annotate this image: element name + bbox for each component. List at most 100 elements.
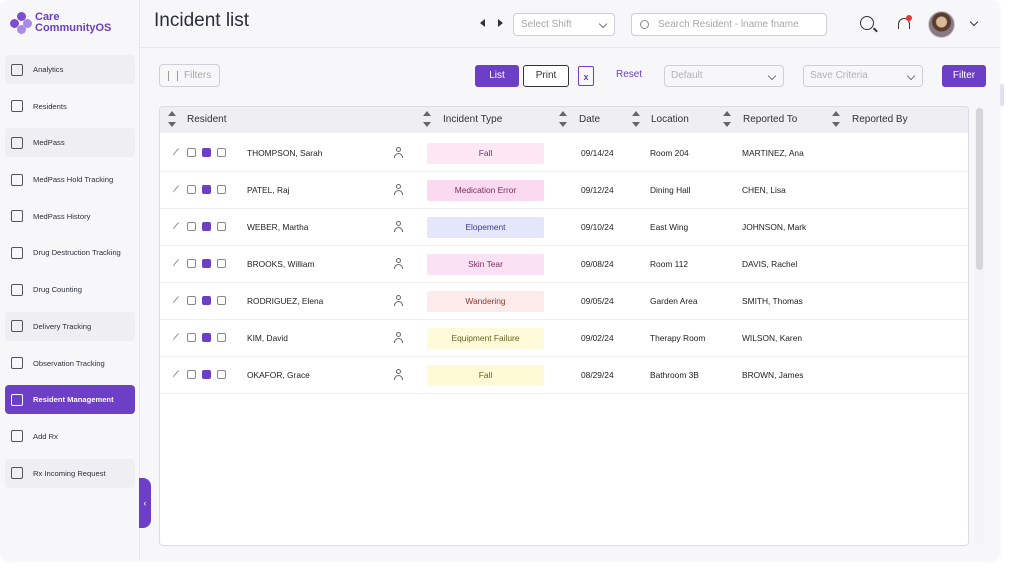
row-actions — [172, 147, 232, 158]
resident-search-input[interactable]: Search Resident - lname fname — [631, 13, 827, 36]
cell-reported-to: CHEN, Lisa — [742, 185, 786, 195]
page-scrollbar[interactable] — [1000, 84, 1004, 106]
default-criteria-select[interactable]: Default — [664, 65, 784, 87]
table-row[interactable]: KIM, David Equipment Failure 09/02/24 Thera… — [160, 320, 968, 357]
user-menu-chevron-icon[interactable] — [969, 17, 979, 27]
edit-icon[interactable] — [172, 332, 182, 343]
resident-profile-icon[interactable] — [394, 332, 403, 343]
shift-select-placeholder: Select Shift — [521, 19, 572, 30]
rx-request-icon — [11, 467, 23, 480]
folder-plus-icon[interactable] — [187, 333, 196, 342]
comment-icon[interactable] — [217, 185, 226, 194]
clipboard-icon[interactable] — [202, 296, 211, 305]
sort-icon[interactable] — [559, 111, 567, 129]
clipboard-icon[interactable] — [202, 333, 211, 342]
resident-profile-icon[interactable] — [394, 369, 403, 380]
folder-plus-icon[interactable] — [187, 148, 196, 157]
shift-select[interactable]: Select Shift — [513, 13, 615, 36]
clipboard-icon[interactable] — [202, 370, 211, 379]
table-row[interactable]: BROOKS, William Skin Tear 09/08/24 Room 112… — [160, 246, 968, 283]
sidebar-item-label: MedPass History — [33, 211, 91, 221]
resident-profile-icon[interactable] — [394, 258, 403, 269]
notifications-bell-icon[interactable] — [897, 15, 912, 31]
cell-resident: KIM, David — [247, 333, 288, 343]
next-arrow-icon[interactable] — [498, 19, 503, 27]
sidebar-item-observation-tracking[interactable]: Observation Tracking — [5, 349, 135, 378]
comment-icon[interactable] — [217, 296, 226, 305]
export-excel-icon[interactable]: x — [578, 66, 594, 86]
edit-icon[interactable] — [172, 221, 182, 232]
clipboard-icon[interactable] — [202, 259, 211, 268]
edit-icon[interactable] — [172, 147, 182, 158]
sidebar-item-rx-incoming-request[interactable]: Rx Incoming Request — [5, 458, 135, 488]
folder-plus-icon[interactable] — [187, 222, 196, 231]
filters-button[interactable]: Filters — [159, 64, 220, 87]
incident-type-badge: Medication Error — [427, 180, 544, 201]
save-criteria-select[interactable]: Save Criteria — [803, 65, 923, 87]
sort-icon[interactable] — [423, 111, 431, 129]
resident-profile-icon[interactable] — [394, 295, 403, 306]
table-row[interactable]: WEBER, Martha Elopement 09/10/24 East Wing J… — [160, 209, 968, 246]
collapse-sidebar-button[interactable]: ‹ — [139, 478, 151, 528]
global-search-icon[interactable] — [860, 16, 874, 30]
column-header-date[interactable]: Date — [579, 114, 600, 125]
sidebar-item-delivery-tracking[interactable]: Delivery Tracking — [5, 311, 135, 341]
sort-icon[interactable] — [168, 111, 176, 129]
sidebar-item-resident-management[interactable]: Resident Management — [5, 385, 135, 415]
filter-button[interactable]: Filter — [942, 65, 986, 87]
column-header-location[interactable]: Location — [651, 114, 689, 125]
column-header-reported-to[interactable]: Reported To — [743, 114, 797, 125]
comment-icon[interactable] — [217, 333, 226, 342]
sidebar-item-medpass[interactable]: MedPass — [5, 128, 135, 158]
sort-icon[interactable] — [723, 111, 731, 129]
table-row[interactable]: RODRIGUEZ, Elena Wandering 09/05/24 Garden … — [160, 283, 968, 320]
truck-icon — [11, 320, 23, 333]
column-header-incident-type[interactable]: Incident Type — [443, 114, 502, 125]
column-header-resident[interactable]: Resident — [187, 114, 226, 125]
edit-icon[interactable] — [172, 258, 182, 269]
table-row[interactable]: OKAFOR, Grace Fall 08/29/24 Bathroom 3B BROW… — [160, 357, 968, 394]
sidebar-item-analytics[interactable]: Analytics — [5, 55, 135, 84]
sidebar-item-drug-destruction-tracking[interactable]: Drug Destruction Tracking — [5, 238, 135, 267]
folder-plus-icon[interactable] — [187, 370, 196, 379]
brand-logo[interactable]: Care CommunityOS — [10, 12, 111, 34]
comment-icon[interactable] — [217, 148, 226, 157]
folder-plus-icon[interactable] — [187, 259, 196, 268]
sidebar-item-medpass-history[interactable]: MedPass History — [5, 202, 135, 231]
prev-arrow-icon[interactable] — [480, 19, 485, 27]
list-button[interactable]: List — [475, 65, 519, 87]
resident-profile-icon[interactable] — [394, 221, 403, 232]
sidebar-item-label: MedPass Hold Tracking — [33, 175, 114, 185]
cell-date: 09/12/24 — [581, 185, 614, 195]
sidebar-item-drug-counting[interactable]: Drug Counting — [5, 275, 135, 304]
resident-profile-icon[interactable] — [394, 184, 403, 195]
clipboard-icon[interactable] — [202, 148, 211, 157]
column-header-reported-by[interactable]: Reported By — [852, 114, 908, 125]
sidebar-item-label: Resident Management — [33, 395, 114, 405]
sidebar-item-medpass-hold-tracking[interactable]: MedPass Hold Tracking — [5, 165, 135, 194]
folder-plus-icon[interactable] — [187, 296, 196, 305]
comment-icon[interactable] — [217, 259, 226, 268]
print-button[interactable]: Print — [523, 65, 569, 87]
sort-icon[interactable] — [632, 111, 640, 129]
comment-icon[interactable] — [217, 222, 226, 231]
table-scrollbar[interactable] — [976, 108, 983, 270]
row-actions — [172, 221, 232, 232]
sidebar-item-add-rx[interactable]: Add Rx — [5, 422, 135, 451]
edit-icon[interactable] — [172, 184, 182, 195]
row-actions — [172, 295, 232, 306]
edit-icon[interactable] — [172, 295, 182, 306]
save-criteria-placeholder: Save Criteria — [810, 70, 868, 81]
edit-icon[interactable] — [172, 369, 182, 380]
reset-link[interactable]: Reset — [616, 69, 642, 80]
sidebar-item-residents[interactable]: Residents — [5, 92, 135, 121]
comment-icon[interactable] — [217, 370, 226, 379]
table-row[interactable]: THOMPSON, Sarah Fall 09/14/24 Room 204 MARTI… — [160, 135, 968, 172]
table-row[interactable]: PATEL, Raj Medication Error 09/12/24 Dining… — [160, 172, 968, 209]
folder-plus-icon[interactable] — [187, 185, 196, 194]
clipboard-icon[interactable] — [202, 222, 211, 231]
user-avatar[interactable] — [928, 11, 955, 38]
sort-icon[interactable] — [832, 111, 840, 129]
resident-profile-icon[interactable] — [394, 147, 403, 158]
clipboard-icon[interactable] — [202, 185, 211, 194]
